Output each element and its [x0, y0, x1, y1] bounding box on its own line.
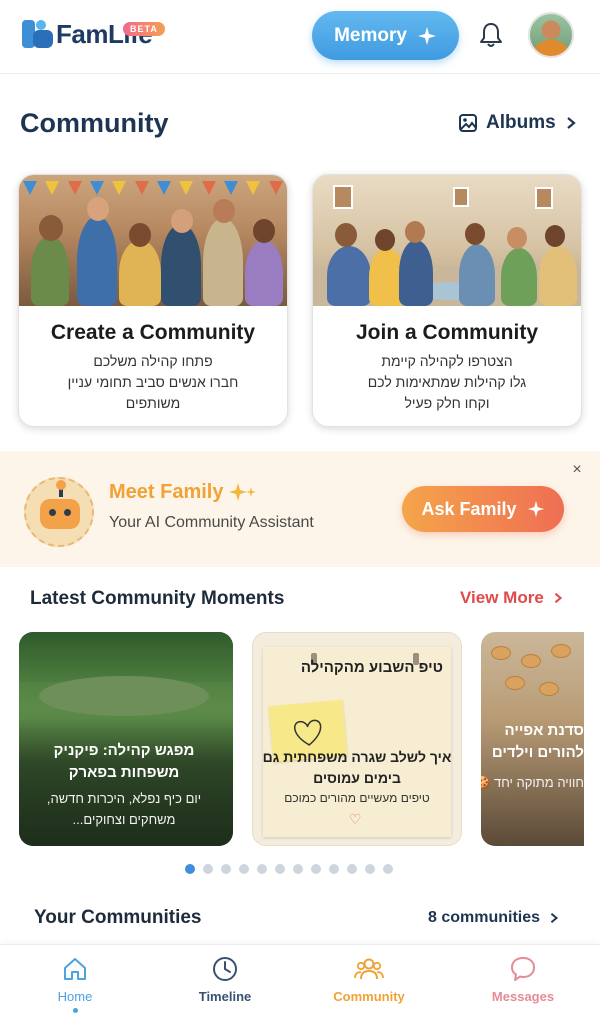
home-icon — [64, 958, 86, 980]
logo-mark-icon — [22, 18, 54, 50]
moment-description: חוויה מתוקה יחד 🍪! — [481, 775, 584, 790]
moment-description: יום כיף נפלא, היכרות חדשה, משחקים וצחוקי… — [46, 791, 202, 827]
create-community-description: פתחו קהילה משלכם חברו אנשים סביב תחומי ע… — [19, 351, 287, 414]
sparkle-icon — [417, 26, 436, 45]
moment-title: מפגש קהילה: פיקניק משפחות בפארק — [53, 742, 195, 781]
nav-community[interactable]: Community — [314, 955, 424, 1019]
nav-messages[interactable]: Messages — [468, 955, 578, 1019]
memory-button[interactable]: Memory — [312, 11, 459, 60]
clock-icon — [213, 957, 237, 981]
moment-card-tip[interactable]: טיפ השבוע מהקהילה איך לשלב שגרה משפחתית … — [252, 632, 462, 846]
pagination-dot[interactable] — [347, 864, 357, 874]
beta-badge: BETA — [123, 22, 165, 36]
community-title: Community — [20, 108, 169, 138]
pagination-dot-active[interactable] — [185, 864, 195, 874]
pagination-dot[interactable] — [275, 864, 285, 874]
image-icon — [459, 114, 477, 132]
moment-card-picnic[interactable]: מפגש קהילה: פיקניק משפחות בפארק יום כיף … — [19, 632, 233, 846]
join-community-card[interactable]: Join a Community הצטרפו לקהילה קיימת גלו… — [312, 174, 582, 427]
create-community-title: Create a Community — [50, 321, 256, 344]
moments-title: Latest Community Moments — [30, 588, 285, 609]
moment-title: איך לשלב שגרה משפחתית גם בימים עמוסים — [262, 749, 452, 786]
nav-home-label: Home — [57, 989, 93, 1004]
nav-timeline-label: Timeline — [198, 989, 252, 1004]
albums-link[interactable]: Albums — [458, 112, 578, 134]
pagination-dot[interactable] — [383, 864, 393, 874]
description-line: פתחו קהילה משלכם — [93, 353, 213, 369]
sparkle-icon — [229, 482, 257, 501]
robot-icon — [24, 477, 94, 547]
top-header: FamLife BETA Memory — [0, 0, 600, 74]
description-line: הצטרפו לקהילה קיימת — [381, 353, 513, 369]
chevron-right-icon — [566, 117, 576, 129]
pagination-dot[interactable] — [221, 864, 231, 874]
sparkle-icon — [527, 500, 544, 518]
tip-heading: טיפ השבוע מהקהילה — [300, 659, 443, 676]
join-community-description: הצטרפו לקהילה קיימת גלו קהילות שמתאימות … — [313, 351, 581, 414]
heart-icon: ♡ — [349, 811, 362, 827]
pagination-dot[interactable] — [293, 864, 303, 874]
close-banner-icon[interactable]: × — [568, 461, 586, 479]
moment-title: סדנת אפייה להורים וילדים — [491, 722, 584, 761]
view-more-label: View More — [460, 588, 544, 607]
active-indicator — [72, 1008, 78, 1013]
assistant-title: Meet Family — [109, 481, 257, 504]
circle-gathering-image — [313, 175, 581, 306]
create-community-card[interactable]: Create a Community פתחו קהילה משלכם חברו… — [18, 174, 288, 427]
pagination-dot[interactable] — [203, 864, 213, 874]
assistant-subtitle: Your AI Community Assistant — [109, 514, 314, 531]
nav-messages-label: Messages — [491, 989, 555, 1004]
bottom-navigation: Home Timeline Community Messages — [0, 944, 600, 1024]
nav-community-label: Community — [333, 989, 405, 1004]
chevron-right-icon — [554, 592, 562, 604]
nav-home[interactable]: Home — [20, 955, 130, 1019]
chevron-right-icon — [550, 912, 559, 924]
albums-label: Albums — [486, 112, 556, 133]
communities-count-link[interactable]: 8 communities — [428, 909, 560, 927]
ask-family-label: Ask Family — [421, 498, 517, 519]
chat-bubble-icon — [511, 957, 535, 981]
description-line: גלו קהילות שמתאימות לכם — [367, 374, 527, 390]
view-more-link[interactable]: View More — [460, 588, 564, 608]
description-line: חברו אנשים סביב תחומי עניין — [67, 374, 239, 390]
communities-count-label: 8 communities — [428, 909, 541, 926]
pagination-dot[interactable] — [329, 864, 339, 874]
pagination-dot[interactable] — [257, 864, 267, 874]
ask-family-button[interactable]: Ask Family — [402, 486, 564, 532]
assistant-title-text: Meet Family — [109, 481, 224, 503]
app-screen: FamLife BETA Memory Community Albums Cre… — [0, 0, 600, 1024]
your-communities-title: Your Communities — [34, 907, 202, 928]
moment-description: טיפים מעשיים מהורים כמוכם — [284, 791, 430, 805]
description-line: משותפים — [125, 395, 181, 411]
nav-timeline[interactable]: Timeline — [170, 955, 280, 1019]
description-line: וקחו חלק פעיל — [404, 395, 490, 411]
join-community-title: Join a Community — [355, 321, 539, 344]
pagination-dot[interactable] — [311, 864, 321, 874]
memory-button-label: Memory — [334, 24, 407, 46]
people-icon — [354, 958, 384, 980]
moment-card-baking[interactable]: סדנת אפייה להורים וילדים חוויה מתוקה יחד… — [481, 632, 584, 846]
user-avatar[interactable] — [528, 12, 574, 58]
carousel-pagination — [185, 864, 393, 874]
group-photo-image — [19, 175, 287, 306]
pagination-dot[interactable] — [239, 864, 249, 874]
pagination-dot[interactable] — [365, 864, 375, 874]
bell-icon[interactable] — [476, 20, 506, 50]
